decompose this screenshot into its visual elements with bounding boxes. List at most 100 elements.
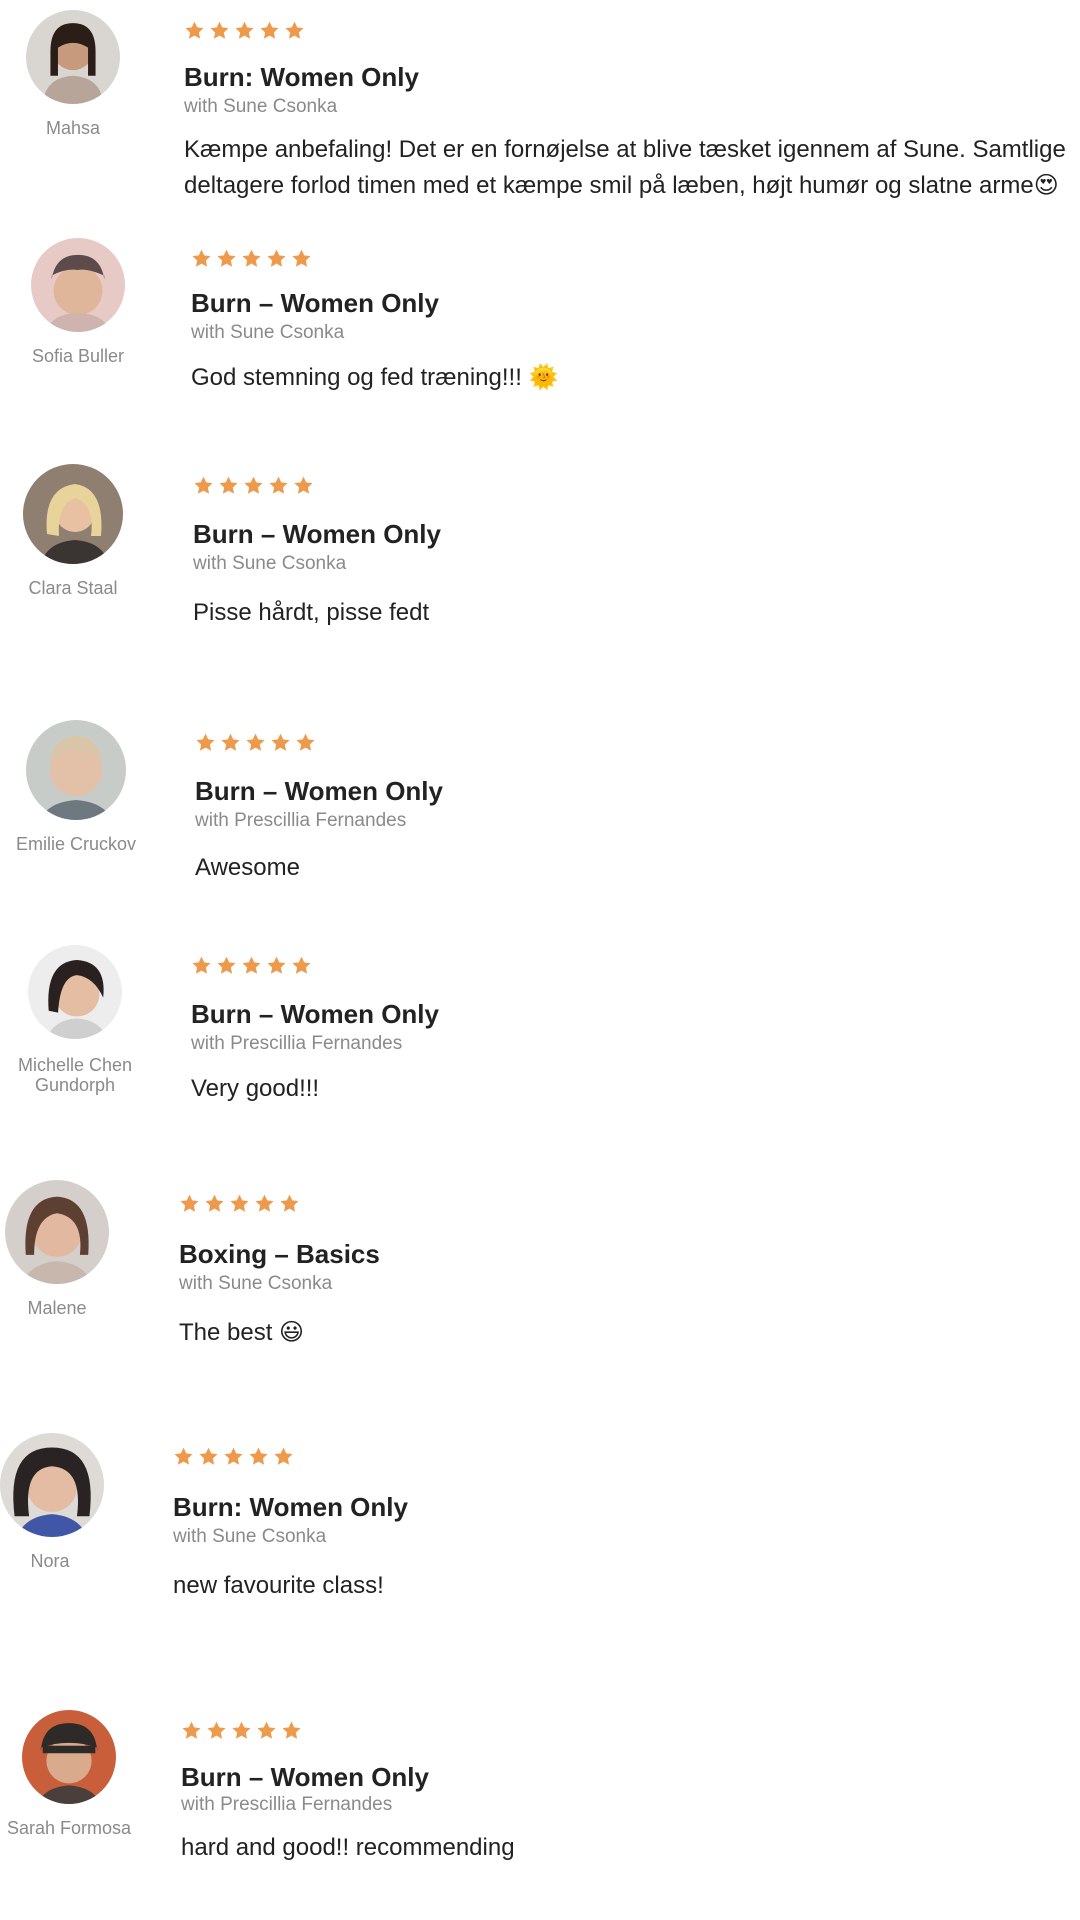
reviewer-name: Mahsa	[45, 118, 101, 138]
star-icon	[273, 1446, 294, 1467]
star-rating	[179, 1193, 1080, 1215]
review-comment: Very good!!!	[191, 1075, 320, 1102]
star-icon	[173, 1446, 194, 1467]
avatar[interactable]	[22, 1710, 116, 1804]
star-icon	[181, 1720, 202, 1741]
reviewer: Clara Staal	[18, 464, 128, 598]
class-title[interactable]: Boxing – Basics	[179, 1239, 1080, 1269]
star-icon	[270, 732, 291, 753]
review-content: Boxing – Basics with Sune Csonka The bes…	[179, 1193, 1080, 1351]
review-comment: Pisse hårdt, pisse fedt	[193, 599, 430, 626]
avatar[interactable]	[31, 238, 125, 332]
star-icon	[191, 248, 212, 269]
review-content: Burn – Women Only with Prescillia Fernan…	[181, 1720, 1080, 1866]
star-icon	[234, 20, 255, 41]
star-icon	[259, 20, 280, 41]
reviewer: Michelle Chen Gundorph	[10, 945, 140, 1095]
review-comment: new favourite class!	[173, 1572, 384, 1599]
review-content: Burn: Women Only with Sune Csonka Kæmpe …	[184, 20, 1080, 204]
reviewer-name: Sofia Buller	[31, 346, 125, 366]
review-content: Burn – Women Only with Prescillia Fernan…	[191, 955, 1080, 1107]
instructor-name[interactable]: with Sune Csonka	[193, 553, 1080, 575]
review-content: Burn – Women Only with Sune Csonka God s…	[191, 248, 1080, 396]
reviewer: Sofia Buller	[18, 238, 138, 366]
star-icon	[268, 475, 289, 496]
instructor-name[interactable]: with Sune Csonka	[191, 322, 1080, 344]
reviewer: Mahsa	[18, 10, 128, 138]
star-icon	[179, 1193, 200, 1214]
star-icon	[184, 20, 205, 41]
star-icon	[245, 732, 266, 753]
star-icon	[293, 475, 314, 496]
avatar[interactable]	[26, 10, 120, 104]
star-rating	[193, 475, 1080, 497]
reviewer-name: Emilie Cruckov	[15, 834, 137, 854]
star-icon	[216, 955, 237, 976]
star-icon	[198, 1446, 219, 1467]
star-icon	[195, 732, 216, 753]
star-icon	[223, 1446, 244, 1467]
star-icon	[254, 1193, 275, 1214]
star-rating	[173, 1446, 1080, 1468]
star-icon	[284, 20, 305, 41]
star-icon	[266, 248, 287, 269]
star-icon	[256, 1720, 277, 1741]
star-rating	[184, 20, 1080, 42]
review-comment: Awesome	[195, 854, 300, 881]
star-icon	[216, 248, 237, 269]
star-icon	[193, 475, 214, 496]
class-title[interactable]: Burn: Women Only	[184, 62, 1080, 92]
review-content: Burn – Women Only with Prescillia Fernan…	[195, 732, 1080, 886]
star-icon	[229, 1193, 250, 1214]
class-title[interactable]: Burn – Women Only	[191, 999, 1080, 1029]
avatar[interactable]	[26, 720, 126, 820]
instructor-name[interactable]: with Prescillia Fernandes	[191, 1033, 1080, 1055]
review-comment: Kæmpe anbefaling! Det er en fornøjelse a…	[184, 136, 1066, 199]
star-icon	[209, 20, 230, 41]
star-icon	[295, 732, 316, 753]
star-icon	[218, 475, 239, 496]
star-icon	[266, 955, 287, 976]
reviewer-name: Clara Staal	[28, 578, 118, 598]
review-comment: God stemning og fed træning!!! 🌞	[191, 364, 559, 391]
class-title[interactable]: Burn – Women Only	[191, 288, 1080, 318]
star-icon	[241, 248, 262, 269]
star-icon	[206, 1720, 227, 1741]
reviewer-name: Nora	[30, 1551, 70, 1571]
star-icon	[231, 1720, 252, 1741]
class-title[interactable]: Burn – Women Only	[193, 519, 1080, 549]
reviewer-name: Michelle Chen Gundorph	[17, 1055, 133, 1095]
star-rating	[191, 955, 1080, 977]
star-rating	[181, 1720, 1080, 1742]
avatar[interactable]	[5, 1180, 109, 1284]
class-title[interactable]: Burn: Women Only	[173, 1492, 1080, 1522]
review-comment: hard and good!! recommending	[181, 1834, 515, 1861]
avatar[interactable]	[28, 945, 122, 1039]
star-icon	[291, 248, 312, 269]
star-icon	[248, 1446, 269, 1467]
reviewer: Malene	[2, 1180, 112, 1318]
reviewer: Emilie Cruckov	[6, 720, 146, 854]
reviewer-name: Sarah Formosa	[6, 1818, 132, 1838]
reviewer: Nora	[0, 1433, 104, 1571]
star-icon	[243, 475, 264, 496]
star-icon	[204, 1193, 225, 1214]
instructor-name[interactable]: with Sune Csonka	[184, 96, 1080, 118]
class-title[interactable]: Burn – Women Only	[181, 1762, 1080, 1792]
instructor-name[interactable]: with Prescillia Fernandes	[181, 1794, 1080, 1816]
review-content: Burn: Women Only with Sune Csonka new fa…	[173, 1446, 1080, 1604]
reviewer: Sarah Formosa	[4, 1710, 134, 1838]
star-icon	[279, 1193, 300, 1214]
star-rating	[191, 248, 1080, 270]
review-content: Burn – Women Only with Sune Csonka Pisse…	[193, 475, 1080, 631]
star-icon	[220, 732, 241, 753]
avatar[interactable]	[0, 1433, 104, 1537]
star-rating	[195, 732, 1080, 754]
avatar[interactable]	[23, 464, 123, 564]
star-icon	[281, 1720, 302, 1741]
instructor-name[interactable]: with Sune Csonka	[173, 1526, 1080, 1548]
instructor-name[interactable]: with Sune Csonka	[179, 1273, 1080, 1295]
instructor-name[interactable]: with Prescillia Fernandes	[195, 810, 1080, 832]
star-icon	[241, 955, 262, 976]
class-title[interactable]: Burn – Women Only	[195, 776, 1080, 806]
